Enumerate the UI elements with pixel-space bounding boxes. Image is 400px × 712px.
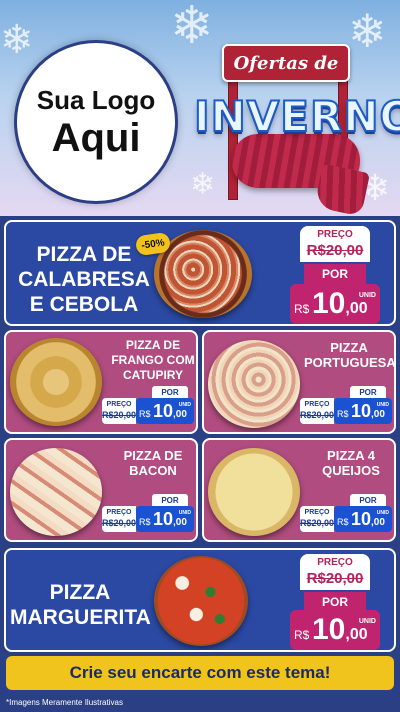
old-price-box: PREÇO R$20,00 — [300, 554, 370, 590]
pizza-image — [208, 448, 300, 536]
create-flyer-button[interactable]: Crie seu encarte com este tema! — [6, 656, 394, 690]
old-price-box: PREÇO R$20,00 — [300, 226, 370, 262]
scarf-tail-graphic — [313, 163, 371, 216]
por-label: POR — [152, 494, 188, 506]
disclaimer-text: *Imagens Meramente Ilustrativas — [6, 698, 123, 707]
snowflake-icon: ❄ — [0, 18, 34, 62]
old-price-box: PREÇO R$20,00 — [300, 398, 334, 424]
old-price-box: PREÇO R$20,00 — [102, 398, 136, 424]
offer-card-frango[interactable]: PIZZA DE FRANGO COM CATUPIRY POR PREÇO R… — [4, 330, 198, 434]
new-price-box: R$ 10,00 UNID — [136, 506, 194, 532]
header-banner: ❄ ❄ ❄ ❄ ❄ Sua Logo Aqui Ofertas de INVER… — [0, 0, 400, 216]
por-label: POR — [304, 264, 366, 284]
currency: R$ — [139, 409, 151, 419]
offer-card-bacon[interactable]: PIZZA DE BACON POR PREÇO R$20,00 R$ 10,0… — [4, 438, 198, 542]
old-price: R$20,00 — [306, 242, 364, 259]
currency: R$ — [294, 628, 310, 642]
price-label: PREÇO — [106, 401, 132, 408]
unit-label: UNID — [358, 292, 376, 299]
offers-sign-text: Ofertas de — [233, 52, 339, 74]
old-price: R$20,00 — [300, 410, 335, 420]
snowflake-icon: ❄ — [190, 168, 216, 201]
snowflake-icon: ❄ — [348, 5, 387, 57]
old-price: R$20,00 — [306, 570, 364, 587]
offer-name: PIZZA PORTUGUESA — [304, 340, 396, 370]
currency: R$ — [337, 409, 349, 419]
price-label: PREÇO — [317, 557, 353, 568]
offer-name: PIZZA MARGUERITA — [10, 581, 151, 629]
price-label: PREÇO — [304, 401, 330, 408]
logo-text-line1: Sua Logo — [36, 84, 156, 115]
por-label: POR — [304, 592, 366, 612]
currency: R$ — [337, 517, 349, 527]
old-price-box: PREÇO R$20,00 — [300, 506, 334, 532]
offer-name: PIZZA DE BACON — [123, 448, 183, 478]
new-price-box: R$ 10,00 UNID — [290, 610, 380, 650]
offer-card-4-queijos[interactable]: PIZZA 4 QUEIJOS POR PREÇO R$20,00 R$ 10,… — [202, 438, 396, 542]
currency: R$ — [139, 517, 151, 527]
por-label: POR — [350, 386, 386, 398]
snowflake-icon: ❄ — [170, 0, 214, 55]
price-label: PREÇO — [317, 229, 353, 240]
pizza-image — [10, 448, 102, 536]
logo-text-line2: Aqui — [51, 115, 141, 160]
unit-label: UNID — [178, 402, 191, 408]
winter-title: INVERNO — [193, 91, 400, 142]
price-label: PREÇO — [106, 509, 132, 516]
unit-label: UNID — [358, 618, 376, 625]
offers-sign: Ofertas de — [222, 44, 350, 82]
pizza-image — [10, 338, 102, 426]
por-label: POR — [152, 386, 188, 398]
old-price-box: PREÇO R$20,00 — [102, 506, 136, 532]
unit-label: UNID — [376, 510, 389, 516]
old-price: R$20,00 — [300, 518, 335, 528]
currency: R$ — [294, 302, 310, 316]
pizza-image — [208, 340, 300, 428]
offer-name: PIZZA DE FRANGO COM CATUPIRY — [111, 338, 195, 382]
offer-name: PIZZA 4 QUEIJOS — [322, 448, 380, 478]
offer-card-marguerita[interactable]: PIZZA MARGUERITA PREÇO R$20,00 POR R$ 10… — [4, 548, 396, 652]
unit-label: UNID — [376, 402, 389, 408]
new-price-box: R$ 10,00 UNID — [334, 398, 392, 424]
old-price: R$20,00 — [102, 410, 137, 420]
offer-card-calabresa[interactable]: PIZZA DE CALABRESA E CEBOLA PREÇO R$20,0… — [4, 220, 396, 326]
new-price-box: R$ 10,00 UNID — [136, 398, 194, 424]
old-price: R$20,00 — [102, 518, 137, 528]
price-label: PREÇO — [304, 509, 330, 516]
unit-label: UNID — [178, 510, 191, 516]
por-label: POR — [350, 494, 386, 506]
new-price-box: R$ 10,00 UNID — [334, 506, 392, 532]
pizza-image — [154, 556, 248, 646]
logo-placeholder[interactable]: Sua Logo Aqui — [14, 40, 178, 204]
offer-name: PIZZA DE CALABRESA E CEBOLA — [18, 243, 150, 316]
offer-card-portuguesa[interactable]: PIZZA PORTUGUESA POR PREÇO R$20,00 R$ 10… — [202, 330, 396, 434]
new-price-box: R$ 10,00 UNID — [290, 284, 380, 324]
